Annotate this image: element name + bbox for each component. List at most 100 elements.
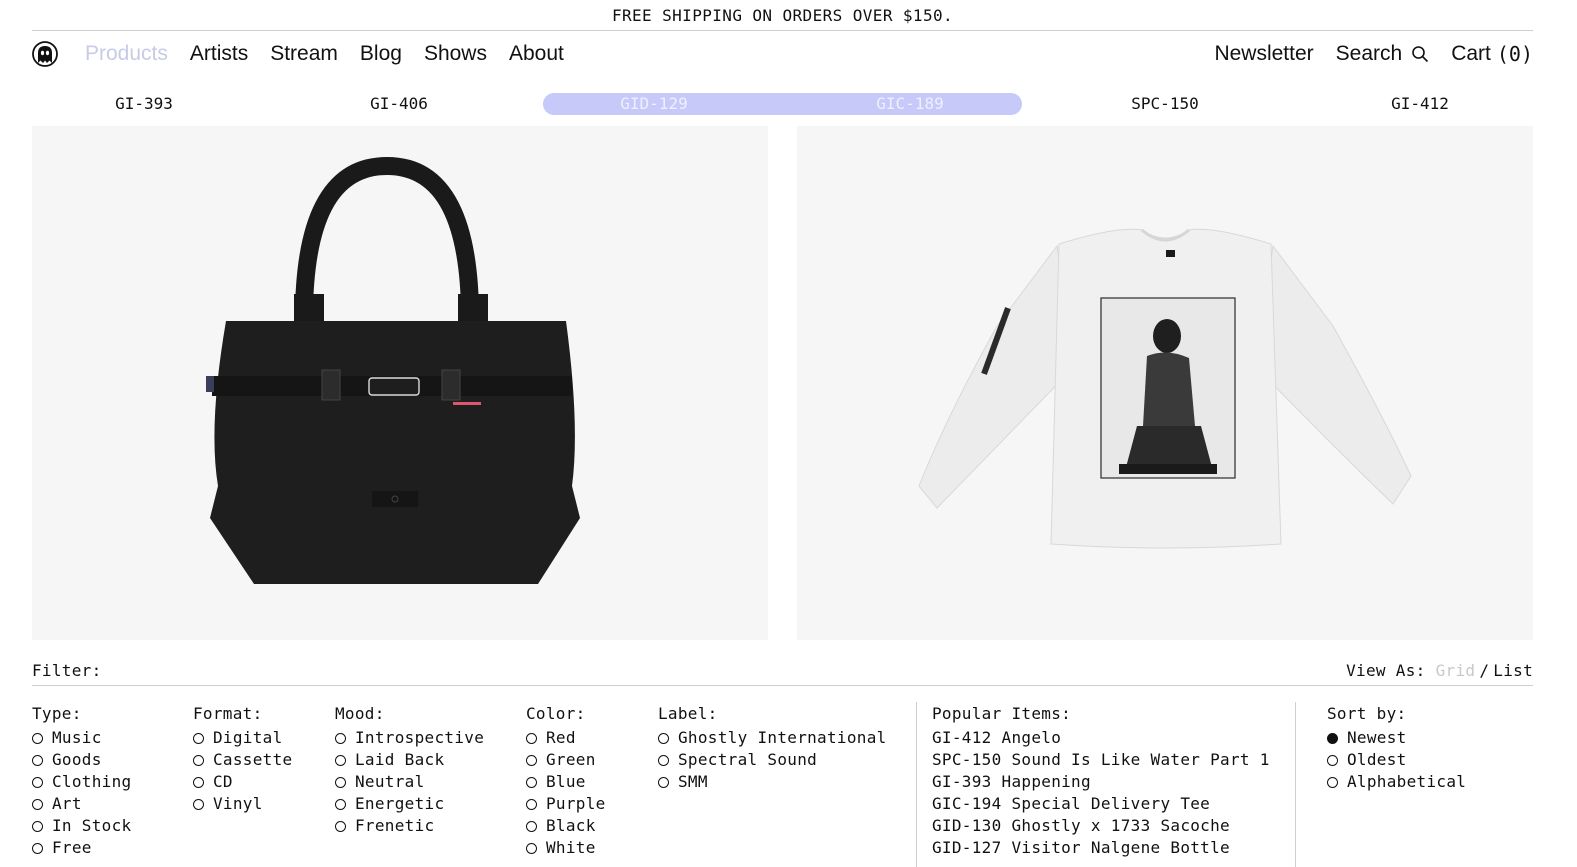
filter-option-art[interactable]: Art <box>32 793 131 815</box>
sku-tab-spc-150[interactable]: SPC-150 <box>1090 93 1240 115</box>
option-label: White <box>546 838 596 857</box>
option-label: Cassette <box>213 750 293 769</box>
filter-option-free[interactable]: Free <box>32 837 131 859</box>
popular-item-link[interactable]: GI-393 Happening <box>932 771 1270 793</box>
filter-option-white[interactable]: White <box>526 837 606 859</box>
nav-left: Products Artists Stream Blog Shows About <box>32 41 586 67</box>
option-label: CD <box>213 772 233 791</box>
product-card-tote[interactable] <box>32 126 768 640</box>
nav-shows[interactable]: Shows <box>424 42 487 66</box>
option-label: Red <box>546 728 576 747</box>
sort-by-heading: Sort by: <box>1327 704 1407 723</box>
popular-item-link[interactable]: GI-412 Angelo <box>932 727 1270 749</box>
sku-tab-gic-189[interactable]: GIC-189 <box>835 93 985 115</box>
option-label: Laid Back <box>355 750 445 769</box>
radio-icon <box>658 754 669 766</box>
nav-blog[interactable]: Blog <box>360 42 402 66</box>
nav-about[interactable]: About <box>509 42 564 66</box>
filter-type-heading: Type: <box>32 704 82 723</box>
filter-option-green[interactable]: Green <box>526 749 606 771</box>
sort-option-alphabetical[interactable]: Alphabetical <box>1327 771 1466 793</box>
announcement-text: FREE SHIPPING ON ORDERS OVER $150. <box>611 5 954 25</box>
nav-artists[interactable]: Artists <box>190 42 248 66</box>
search-button[interactable]: Search <box>1336 42 1430 66</box>
filter-option-clothing[interactable]: Clothing <box>32 771 131 793</box>
sku-tab-gid-129[interactable]: GID-129 <box>579 93 729 115</box>
filter-option-red[interactable]: Red <box>526 727 606 749</box>
ghost-logo-icon[interactable] <box>32 41 58 67</box>
view-list-option[interactable]: List <box>1493 661 1533 680</box>
announcement-bar: FREE SHIPPING ON ORDERS OVER $150. <box>32 0 1533 31</box>
option-label: Blue <box>546 772 586 791</box>
popular-item-link[interactable]: GIC-194 Special Delivery Tee <box>932 793 1270 815</box>
filter-color: Color: Red Green Blue Purple Black White <box>526 700 606 859</box>
radio-icon <box>335 798 346 810</box>
nav-newsletter[interactable]: Newsletter <box>1214 42 1313 66</box>
radio-icon <box>193 776 204 788</box>
radio-icon <box>1327 776 1338 788</box>
filter-option-black[interactable]: Black <box>526 815 606 837</box>
filter-option-purple[interactable]: Purple <box>526 793 606 815</box>
filter-option-cd[interactable]: CD <box>193 771 292 793</box>
cart-count: (0) <box>1496 42 1533 66</box>
radio-icon <box>526 798 537 810</box>
view-separator: / <box>1479 660 1490 680</box>
filter-option-in-stock[interactable]: In Stock <box>32 815 131 837</box>
option-label: Art <box>52 794 82 813</box>
radio-icon <box>335 754 346 766</box>
search-label: Search <box>1335 42 1403 65</box>
option-label: Goods <box>52 750 102 769</box>
filter-option-music[interactable]: Music <box>32 727 131 749</box>
filter-option-goods[interactable]: Goods <box>32 749 131 771</box>
option-label: Free <box>52 838 92 857</box>
option-label: Alphabetical <box>1347 772 1467 791</box>
option-label: Digital <box>213 728 283 747</box>
filter-option-spectral-sound[interactable]: Spectral Sound <box>658 749 887 771</box>
filter-option-laid-back[interactable]: Laid Back <box>335 749 484 771</box>
filter-panel: Type: Music Goods Clothing Art In Stock … <box>0 700 1577 867</box>
filter-option-frenetic[interactable]: Frenetic <box>335 815 484 837</box>
sort-option-newest[interactable]: Newest <box>1327 727 1466 749</box>
radio-icon <box>32 842 43 854</box>
radio-icon <box>526 820 537 832</box>
filter-option-energetic[interactable]: Energetic <box>335 793 484 815</box>
nav-products[interactable]: Products <box>85 42 168 66</box>
cart-button[interactable]: Cart (0) <box>1451 42 1533 66</box>
sku-tab-gi-406[interactable]: GI-406 <box>324 93 474 115</box>
filter-option-smm[interactable]: SMM <box>658 771 887 793</box>
radio-icon <box>32 798 43 810</box>
sku-tab-gi-393[interactable]: GI-393 <box>69 93 219 115</box>
nav-stream[interactable]: Stream <box>270 42 338 66</box>
option-label: Oldest <box>1347 750 1407 769</box>
sku-tab-gi-412[interactable]: GI-412 <box>1345 93 1495 115</box>
filter-option-neutral[interactable]: Neutral <box>335 771 484 793</box>
radio-icon <box>526 754 537 766</box>
popular-items-heading: Popular Items: <box>932 704 1072 723</box>
sort-option-oldest[interactable]: Oldest <box>1327 749 1466 771</box>
option-label: Energetic <box>355 794 445 813</box>
radio-icon <box>335 732 346 744</box>
product-card-longsleeve[interactable] <box>797 126 1533 640</box>
option-label: In Stock <box>52 816 132 835</box>
view-grid-option[interactable]: Grid <box>1436 661 1476 680</box>
filter-type: Type: Music Goods Clothing Art In Stock … <box>32 700 131 859</box>
filter-option-cassette[interactable]: Cassette <box>193 749 292 771</box>
radio-icon <box>193 798 204 810</box>
popular-item-link[interactable]: SPC-150 Sound Is Like Water Part 1 <box>932 749 1270 771</box>
popular-item-link[interactable]: GID-130 Ghostly x 1733 Sacoche <box>932 815 1270 837</box>
radio-icon <box>32 776 43 788</box>
sku-tab-row: GI-393 GI-406 GID-129 GIC-189 SPC-150 GI… <box>32 93 1533 116</box>
filter-option-introspective[interactable]: Introspective <box>335 727 484 749</box>
filter-format-heading: Format: <box>193 704 263 723</box>
filter-option-digital[interactable]: Digital <box>193 727 292 749</box>
filter-option-ghostly-international[interactable]: Ghostly International <box>658 727 887 749</box>
radio-icon <box>526 776 537 788</box>
option-label: Neutral <box>355 772 425 791</box>
popular-item-link[interactable]: GID-127 Visitor Nalgene Bottle <box>932 837 1270 859</box>
filter-mood: Mood: Introspective Laid Back Neutral En… <box>335 700 484 837</box>
filter-option-blue[interactable]: Blue <box>526 771 606 793</box>
option-label: Vinyl <box>213 794 263 813</box>
filter-option-vinyl[interactable]: Vinyl <box>193 793 292 815</box>
option-label: Ghostly International <box>678 728 887 747</box>
option-label: Green <box>546 750 596 769</box>
